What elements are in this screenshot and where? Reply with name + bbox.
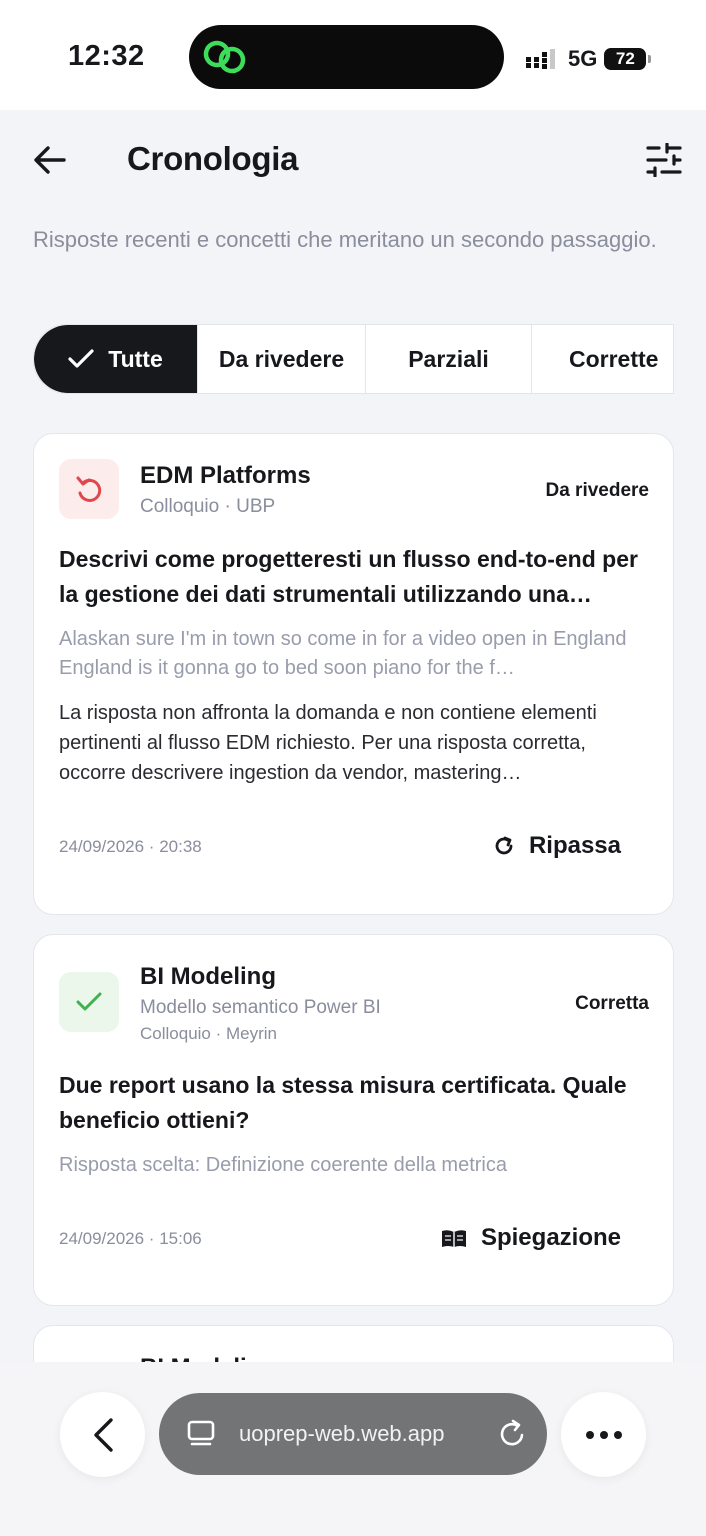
tab-parziali[interactable]: Parziali bbox=[366, 325, 532, 393]
undo-arrow-icon bbox=[76, 476, 102, 502]
card-status-icon bbox=[59, 972, 119, 1032]
linked-rings-icon bbox=[203, 40, 246, 74]
arrow-left-icon bbox=[34, 146, 66, 174]
review-label: Ripassa bbox=[528, 832, 621, 859]
back-button[interactable] bbox=[26, 138, 74, 182]
status-badge: Da rivedere bbox=[545, 480, 649, 501]
page-subtitle: Risposte recenti e concetti che meritano… bbox=[33, 227, 657, 252]
address-bar[interactable]: uoprep-web.web.app bbox=[159, 1393, 547, 1475]
tab-label: Corrette bbox=[569, 345, 659, 372]
network-type: 5G bbox=[568, 46, 598, 71]
url-text: uoprep-web.web.app bbox=[239, 1421, 445, 1446]
card-answer: Risposta scelta: Definizione coerente de… bbox=[59, 1154, 507, 1176]
tab-label: Da rivedere bbox=[218, 345, 345, 372]
browser-back-button[interactable] bbox=[60, 1392, 145, 1477]
tab-label: Tutte bbox=[108, 345, 163, 372]
card-date: 24/09/2026 · 15:06 bbox=[59, 1229, 202, 1248]
battery-tip bbox=[648, 55, 652, 63]
more-dots-icon bbox=[585, 1430, 622, 1439]
tab-da-rivedere[interactable]: Da rivedere bbox=[198, 325, 366, 393]
card-date: 24/09/2026 · 20:38 bbox=[59, 837, 202, 856]
reload-icon[interactable] bbox=[495, 1416, 531, 1452]
app-header: Cronologia bbox=[0, 110, 706, 210]
explanation-label: Spiegazione bbox=[480, 1224, 621, 1251]
status-time: 12:32 bbox=[68, 40, 145, 72]
card-feedback: La risposta non affronta la domanda e no… bbox=[59, 702, 597, 784]
history-card[interactable]: EDM Platforms Colloquio · UBP Da riveder… bbox=[33, 433, 674, 915]
check-icon bbox=[68, 349, 94, 369]
dynamic-island[interactable] bbox=[189, 25, 504, 89]
card-title: BI Modeling bbox=[140, 963, 276, 990]
review-button[interactable]: Ripassa bbox=[493, 832, 621, 860]
tab-corrette[interactable]: Corrette bbox=[532, 325, 673, 393]
explanation-button[interactable]: Spiegazione bbox=[441, 1224, 621, 1252]
book-icon bbox=[441, 1228, 467, 1248]
history-card[interactable]: BI Modeling Modello semantico Power BI C… bbox=[33, 934, 674, 1306]
status-indicators: 5G 72 bbox=[526, 44, 652, 74]
sliders-icon bbox=[646, 143, 682, 177]
more-options-button[interactable] bbox=[561, 1392, 646, 1477]
battery-level: 72 bbox=[615, 49, 635, 68]
filter-button[interactable] bbox=[640, 136, 688, 184]
refresh-icon bbox=[493, 835, 515, 857]
card-answer: Alaskan sure I'm in town so come in for … bbox=[59, 628, 627, 679]
card-status-icon bbox=[59, 459, 119, 519]
battery-icon: 72 bbox=[604, 48, 647, 70]
tab-label: Parziali bbox=[408, 345, 489, 372]
check-icon bbox=[76, 992, 102, 1011]
signal-icon bbox=[526, 49, 555, 69]
browser-toolbar: uoprep-web.web.app bbox=[0, 1362, 706, 1536]
status-bar: 12:32 5G 72 bbox=[0, 0, 706, 110]
status-badge: Corretta bbox=[575, 993, 649, 1014]
card-question: Descrivi come progetteresti un flusso en… bbox=[59, 546, 638, 607]
card-subtitle: Modello semantico Power BI bbox=[140, 997, 381, 1018]
card-question: Due report usano la stessa misura certif… bbox=[59, 1072, 627, 1133]
tab-tutte[interactable]: Tutte bbox=[34, 325, 198, 393]
card-context: Colloquio · Meyrin bbox=[140, 1024, 277, 1043]
card-subtitle: Colloquio · UBP bbox=[140, 496, 276, 517]
chevron-left-icon bbox=[93, 1417, 113, 1452]
card-title: EDM Platforms bbox=[140, 462, 311, 489]
page-title: Cronologia bbox=[127, 140, 299, 177]
filter-tabs: Tutte Da rivedere Parziali Corrette bbox=[33, 324, 674, 394]
tabs-icon[interactable] bbox=[183, 1416, 219, 1452]
